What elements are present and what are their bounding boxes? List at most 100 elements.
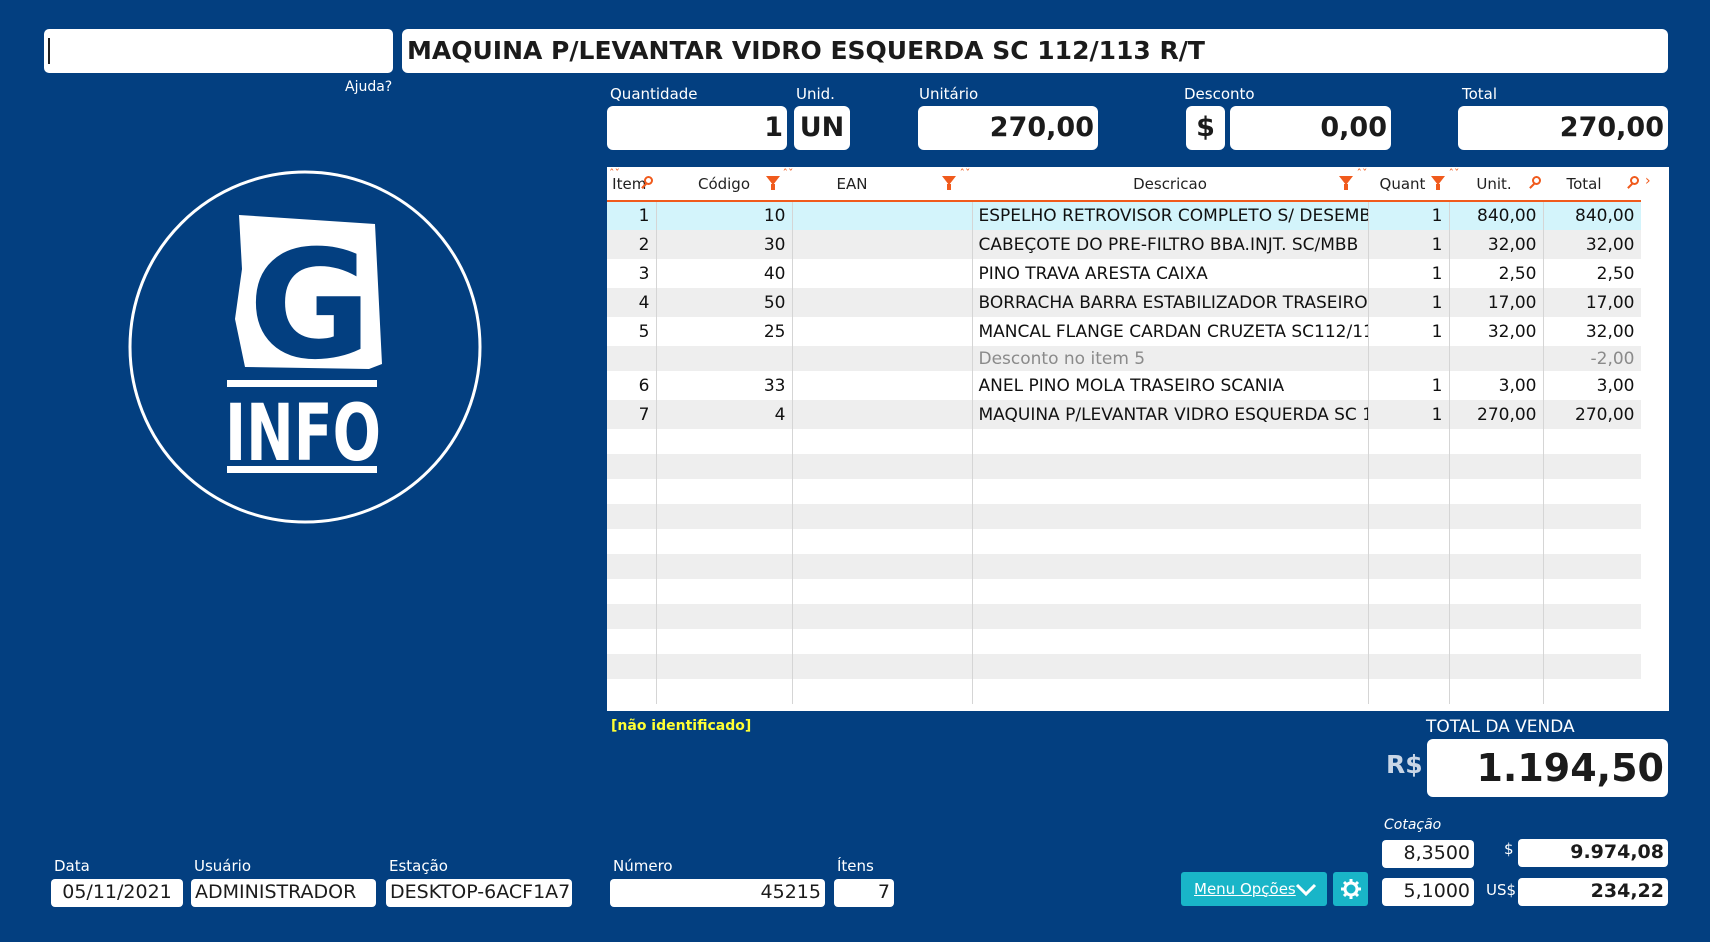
empty-row xyxy=(607,579,1642,604)
filter-icon[interactable] xyxy=(1430,176,1445,190)
column-header-ean[interactable]: EAN ˆˇ xyxy=(792,167,973,202)
empty-row xyxy=(607,679,1642,704)
cell-quant: 1 xyxy=(1368,400,1450,429)
cell-descricao: ESPELHO RETROVISOR COMPLETO S/ DESEMB/ xyxy=(972,201,1369,230)
cell-item: 3 xyxy=(607,259,657,288)
cell-descricao: MAQUINA P/LEVANTAR VIDRO ESQUERDA SC 1 xyxy=(972,400,1369,429)
cell-unit: 270,00 xyxy=(1449,400,1544,429)
help-link[interactable]: Ajuda? xyxy=(345,79,392,95)
empty-row xyxy=(607,479,1642,504)
svg-text:INFO: INFO xyxy=(225,389,381,479)
cell-total: 32,00 xyxy=(1543,230,1642,259)
column-header-codigo[interactable]: Código ˆˇ xyxy=(656,167,794,202)
cotacao-currency-1: $ xyxy=(1504,840,1514,858)
data-field: 05/11/2021 xyxy=(51,879,183,907)
chevron-right-icon[interactable]: › xyxy=(1645,173,1651,189)
cell-total: 840,00 xyxy=(1543,201,1642,230)
cotacao-rate-1[interactable]: 8,3500 xyxy=(1382,840,1474,868)
cotacao-currency-2: US$ xyxy=(1486,881,1517,899)
cell-quant: 1 xyxy=(1368,288,1450,317)
cell-total: -2,00 xyxy=(1543,346,1642,371)
cell-total: 17,00 xyxy=(1543,288,1642,317)
cell-ean xyxy=(792,371,973,400)
sale-total-label: TOTAL DA VENDA xyxy=(1426,717,1575,737)
cell-descricao: BORRACHA BARRA ESTABILIZADOR TRASEIRO xyxy=(972,288,1369,317)
column-header-item[interactable]: ˆˇ Item xyxy=(607,167,657,202)
product-description: MAQUINA P/LEVANTAR VIDRO ESQUERDA SC 112… xyxy=(402,29,1668,73)
cell-descricao: Desconto no item 5 xyxy=(972,346,1369,371)
sale-total: 1.194,50 xyxy=(1427,739,1668,797)
cell-item: 5 xyxy=(607,317,657,346)
cell-quant: 1 xyxy=(1368,201,1450,230)
cell-ean xyxy=(792,259,973,288)
filter-icon[interactable] xyxy=(1338,176,1353,190)
column-header-quant[interactable]: Quant ˆˇ xyxy=(1368,167,1460,202)
search-input[interactable] xyxy=(44,29,393,73)
cell-codigo: 10 xyxy=(656,201,793,230)
settings-button[interactable] xyxy=(1333,872,1368,906)
cell-quant: 1 xyxy=(1368,371,1450,400)
cell-ean xyxy=(792,346,973,371)
desconto-type-button[interactable]: $ xyxy=(1186,106,1225,150)
cell-total: 2,50 xyxy=(1543,259,1642,288)
cell-item xyxy=(607,346,657,371)
unid-label: Unid. xyxy=(796,85,835,103)
search-icon[interactable] xyxy=(1629,176,1639,185)
menu-options-button[interactable]: Menu Opções xyxy=(1181,872,1327,906)
cotacao-value-2: 234,22 xyxy=(1518,878,1668,906)
search-icon[interactable] xyxy=(1531,176,1541,185)
menu-options-label: Menu Opções xyxy=(1194,880,1296,898)
usuario-label: Usuário xyxy=(194,857,252,875)
cell-item: 7 xyxy=(607,400,657,429)
cell-unit: 3,00 xyxy=(1449,371,1544,400)
data-label: Data xyxy=(54,857,90,875)
search-icon[interactable] xyxy=(644,176,653,185)
cell-descricao: PINO TRAVA ARESTA CAIXA xyxy=(972,259,1369,288)
gear-icon xyxy=(1341,879,1361,899)
cell-unit: 32,00 xyxy=(1449,230,1544,259)
column-header-total[interactable]: Total xyxy=(1543,167,1642,202)
cell-total: 3,00 xyxy=(1543,371,1642,400)
desconto-field[interactable]: 0,00 xyxy=(1230,106,1391,150)
table-row[interactable]: Desconto no item 5 -2,00 xyxy=(607,346,1642,371)
unid-field[interactable]: UN xyxy=(794,106,850,150)
table-row[interactable]: 4 50 BORRACHA BARRA ESTABILIZADOR TRASEIRO… xyxy=(607,288,1642,317)
table-row[interactable]: 6 33 ANEL PINO MOLA TRASEIRO SCANIA 1 3,00 3,… xyxy=(607,371,1642,400)
cotacao-label: Cotação xyxy=(1384,817,1442,833)
cell-descricao: ANEL PINO MOLA TRASEIRO SCANIA xyxy=(972,371,1369,400)
cell-unit: 840,00 xyxy=(1449,201,1544,230)
empty-row xyxy=(607,554,1642,579)
table-row[interactable]: 5 25 MANCAL FLANGE CARDAN CRUZETA SC112/11… xyxy=(607,317,1642,346)
itens-label: Ítens xyxy=(837,857,874,875)
table-row[interactable]: 7 4 MAQUINA P/LEVANTAR VIDRO ESQUERDA SC 1… xyxy=(607,400,1642,429)
unitario-label: Unitário xyxy=(919,85,979,103)
cell-unit: 32,00 xyxy=(1449,317,1544,346)
table-row[interactable]: 2 30 CABEÇOTE DO PRE-FILTRO BBA.INJT. SC/M… xyxy=(607,230,1642,259)
cell-codigo: 4 xyxy=(656,400,793,429)
table-row[interactable]: 1 10 ESPELHO RETROVISOR COMPLETO S/ DESEMB… xyxy=(607,201,1642,230)
unitario-field[interactable]: 270,00 xyxy=(918,106,1098,150)
cell-unit xyxy=(1449,346,1544,371)
cell-codigo: 33 xyxy=(656,371,793,400)
column-header-descricao[interactable]: Descricao ˆˇ xyxy=(972,167,1369,202)
grid-header: ˆˇ Item Código ˆˇ EAN ˆˇ Descricao ˆˇ Qu… xyxy=(607,167,1642,202)
empty-row xyxy=(607,529,1642,554)
filter-icon[interactable] xyxy=(765,176,780,190)
grid-scrollbar[interactable]: › xyxy=(1641,167,1669,711)
cell-ean xyxy=(792,230,973,259)
items-grid[interactable]: ˆˇ Item Código ˆˇ EAN ˆˇ Descricao ˆˇ Qu… xyxy=(607,167,1669,711)
sale-currency: R$ xyxy=(1386,750,1423,779)
cotacao-rate-2[interactable]: 5,1000 xyxy=(1382,878,1474,906)
numero-field: 45215 xyxy=(610,879,825,907)
cell-descricao: MANCAL FLANGE CARDAN CRUZETA SC112/113 xyxy=(972,317,1369,346)
desconto-label: Desconto xyxy=(1184,85,1255,103)
chevron-down-icon xyxy=(1295,883,1317,896)
cell-codigo: 40 xyxy=(656,259,793,288)
table-row[interactable]: 3 40 PINO TRAVA ARESTA CAIXA 1 2,50 2,50 xyxy=(607,259,1642,288)
quantidade-field[interactable]: 1 xyxy=(607,106,787,150)
cell-ean xyxy=(792,400,973,429)
filter-icon[interactable] xyxy=(941,176,956,190)
column-header-unit[interactable]: Unit. xyxy=(1449,167,1544,202)
cell-total: 32,00 xyxy=(1543,317,1642,346)
empty-row xyxy=(607,629,1642,654)
